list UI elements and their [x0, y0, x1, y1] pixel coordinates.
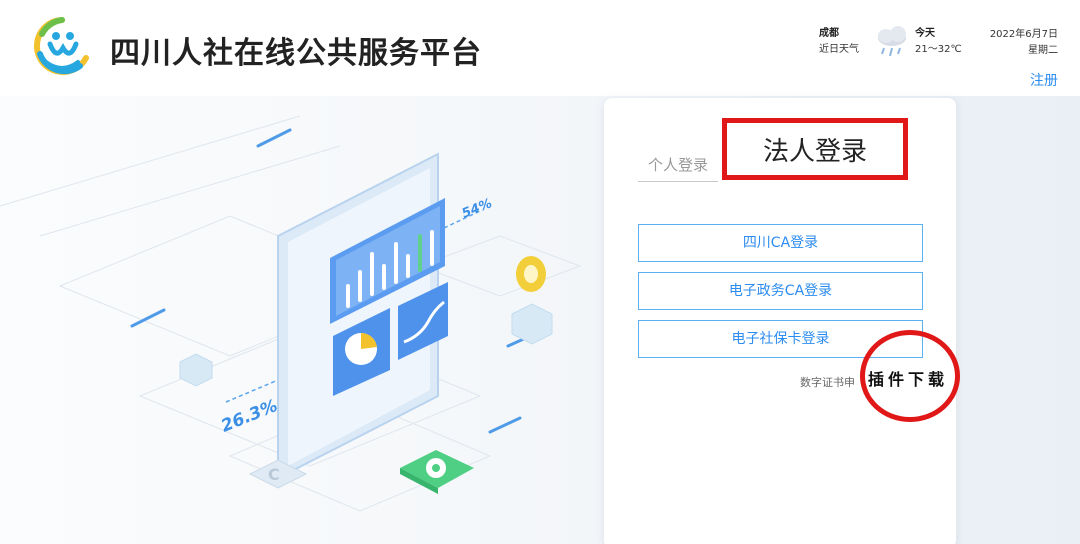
date-text: 2022年6月7日 — [989, 29, 1058, 40]
weather-temperature: 21～32℃ — [915, 44, 962, 55]
sichuan-hrss-logo[interactable] — [32, 14, 92, 78]
login-card: 个人登录 法人登录 四川CA登录 电子政务CA登录 电子社保卡登录 数字证书申 … — [604, 98, 960, 544]
gov-ca-login-button[interactable]: 电子政务CA登录 — [638, 272, 923, 310]
tab-legal-login[interactable]: 法人登录 — [727, 131, 903, 168]
percent-label-top: 54% — [460, 196, 494, 222]
header: 四川人社在线公共服务平台 成都 近日天气 今天 21～32℃ 2022年6月7日… — [0, 0, 1080, 96]
weather-day: 今天 — [915, 28, 935, 39]
percent-label-left: 26.3% — [218, 396, 280, 437]
weather-city: 成都 — [819, 28, 839, 39]
cert-apply-link[interactable]: 数字证书申 — [800, 374, 855, 390]
c-letter: C — [268, 465, 280, 484]
register-link[interactable]: 注册 — [1030, 70, 1058, 90]
tab-personal-login[interactable]: 个人登录 — [638, 154, 718, 182]
sichuan-ca-login-button[interactable]: 四川CA登录 — [638, 224, 923, 262]
weekday-text: 星期二 — [1028, 45, 1058, 56]
weather-sub-label: 近日天气 — [819, 44, 859, 55]
legal-login-highlight: 法人登录 — [722, 118, 908, 180]
plugin-download-link[interactable]: 插件下载 — [868, 366, 948, 390]
rain-cloud-icon — [878, 26, 906, 57]
site-title: 四川人社在线公共服务平台 — [110, 36, 482, 71]
